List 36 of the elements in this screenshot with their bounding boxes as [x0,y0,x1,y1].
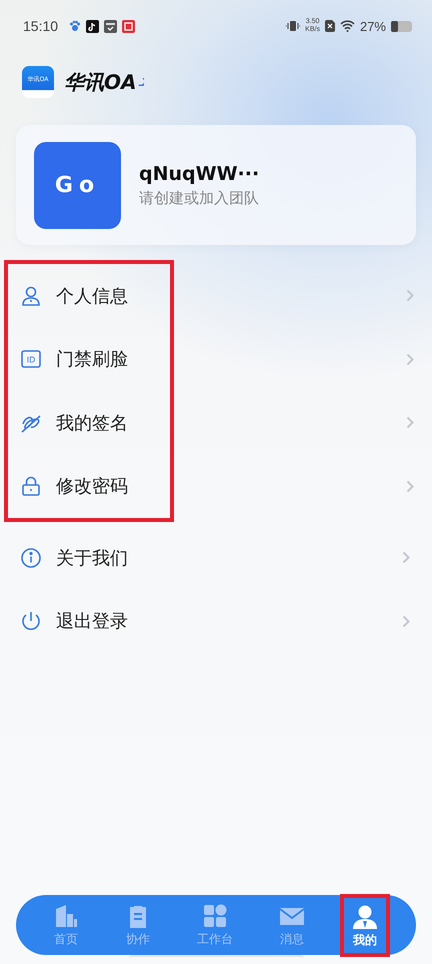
menu-item[interactable]: 退出登录 [8,590,410,653]
tab[interactable]: 我的 [344,898,386,952]
status-time: 15:10 [23,18,58,34]
wifi-icon [340,20,355,32]
building-icon [53,902,79,928]
sim-icon [324,20,335,32]
menu-item[interactable]: 个人信息 [8,264,428,328]
chevron-icon [406,352,414,366]
chevron-icon [406,480,414,493]
battery-icon [391,20,412,32]
vibrate-icon [286,20,300,32]
info-icon [20,546,42,569]
menu-item[interactable]: 修改密码 [8,454,428,518]
user-icon [352,904,378,930]
menu-item[interactable]: 我的签名 [8,391,428,454]
menu-item[interactable]: 关于我们 [8,526,410,590]
profile-card[interactable]: Go qNuqWW··· 请创建或加入团队 [16,125,416,245]
grid-icon [202,902,228,928]
battery-percent: 27% [360,18,386,34]
power-icon [20,610,42,632]
music-note-icon [86,20,100,32]
avatar: Go [34,142,121,228]
menu-item[interactable]: ID 门禁刷脸 [8,328,428,391]
team-hint: 请创建或加入团队 [139,188,260,208]
app-title: 华讯OA [64,68,136,96]
box-icon [104,20,118,32]
paw-icon [69,20,82,32]
chevron-icon [406,416,414,430]
lock-icon [20,475,42,498]
id-icon: ID [20,348,42,370]
user-name: qNuqWW··· [139,162,260,184]
chevron-icon [406,289,414,302]
chevron-icon [402,614,410,628]
person-icon [20,284,42,307]
chevron-icon [402,551,410,564]
shop-icon [122,20,136,32]
